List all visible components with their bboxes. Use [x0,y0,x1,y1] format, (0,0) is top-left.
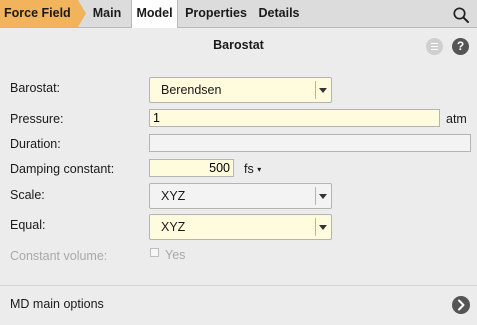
equal-value: XYZ [161,220,186,234]
help-icon[interactable]: ? [452,38,469,55]
damping-constant-label: Damping constant: [10,162,115,176]
equal-label: Equal: [10,218,46,232]
panel-title: Barostat [213,38,264,52]
duration-label: Duration: [10,137,61,151]
triangle-down-icon: ▾ [257,165,262,174]
chevron-down-icon [319,88,327,93]
barostat-value: Berendsen [161,83,222,97]
damping-unit-select[interactable]: fs ▾ [244,162,261,176]
damping-unit: fs [244,162,254,176]
tab-force-field[interactable]: Force Field [0,0,86,27]
constant-volume-checkbox[interactable] [150,248,159,257]
select-divider [315,218,316,236]
constant-volume-label: Constant volume: [10,249,108,263]
barostat-label: Barostat: [10,81,61,95]
tab-model[interactable]: Model [131,0,178,28]
damping-constant-input[interactable] [149,159,234,177]
scale-select[interactable]: XYZ [149,183,332,209]
barostat-select[interactable]: Berendsen [149,77,332,103]
scale-label: Scale: [10,188,45,202]
menu-icon[interactable] [426,38,443,55]
search-icon[interactable] [452,6,470,24]
tab-main[interactable]: Main [89,0,125,27]
select-divider [315,81,316,99]
chevron-down-icon [319,194,327,199]
chevron-right-icon[interactable] [452,296,470,314]
pressure-input[interactable] [149,109,440,127]
scale-value: XYZ [161,189,186,203]
chevron-down-icon [319,225,327,230]
pressure-label: Pressure: [10,112,64,126]
duration-input[interactable] [149,134,471,152]
constant-volume-option: Yes [165,248,186,262]
pressure-unit: atm [446,112,467,126]
select-divider [315,187,316,205]
md-main-options-link[interactable]: MD main options [10,297,104,311]
tab-bar: Force Field Main Model Properties Detail… [0,0,477,28]
equal-select[interactable]: XYZ [149,214,332,240]
tab-properties[interactable]: Properties [183,0,249,27]
tab-details[interactable]: Details [256,0,302,27]
divider [0,285,477,286]
